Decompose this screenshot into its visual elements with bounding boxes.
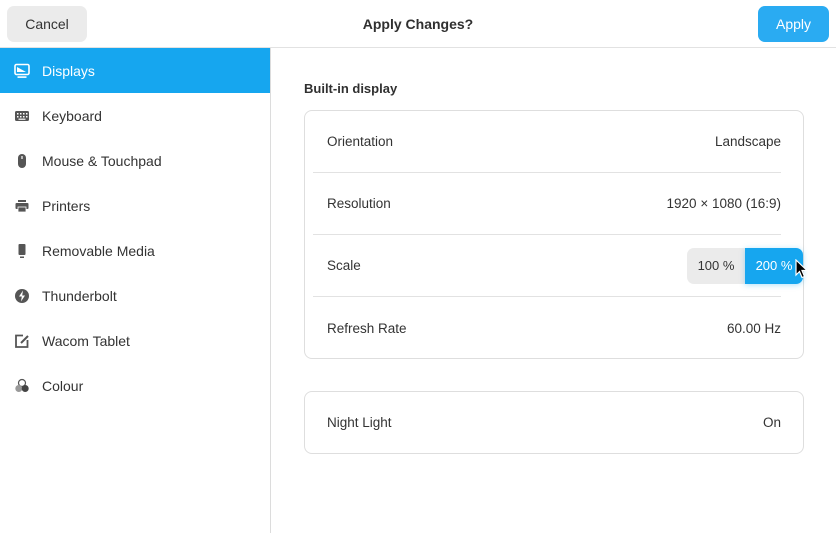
sidebar-item-thunderbolt[interactable]: Thunderbolt [0,273,270,318]
sidebar-item-removable-media[interactable]: Removable Media [0,228,270,273]
sidebar-item-displays[interactable]: Displays [0,48,270,93]
scale-100-button[interactable]: 100 % [687,247,745,284]
sidebar-item-mouse-touchpad[interactable]: Mouse & Touchpad [0,138,270,183]
night-light-row[interactable]: Night Light On [313,392,781,453]
orientation-value: Landscape [714,134,781,149]
sidebar-item-printers[interactable]: Printers [0,183,270,228]
row-label: Night Light [327,415,392,430]
resolution-row[interactable]: Resolution 1920 × 1080 (16:9) [313,173,781,235]
sidebar-item-label: Wacom Tablet [42,332,130,349]
scale-toggle-group: 100 % 200 % [687,247,809,284]
removable-media-icon [13,242,31,260]
sidebar-item-label: Printers [42,197,91,214]
scale-row: Scale 100 % 200 % [313,235,809,297]
mouse-icon [13,152,31,170]
row-label: Orientation [327,134,394,149]
built-in-display-card: Orientation Landscape Resolution 1920 × … [304,110,809,359]
sidebar-item-keyboard[interactable]: Keyboard [0,93,270,138]
sidebar-item-label: Keyboard [42,107,102,124]
night-light-card: Night Light On [304,391,804,454]
apply-button[interactable]: Apply [758,6,829,42]
section-title: Built-in display [304,81,398,96]
tablet-icon [13,332,31,350]
row-label: Scale [327,258,361,273]
dialog-title: Apply Changes? [362,16,474,32]
sidebar-item-label: Thunderbolt [42,287,117,304]
row-label: Refresh Rate [327,320,407,336]
sidebar-item-label: Mouse & Touchpad [42,152,162,169]
sidebar-item-wacom-tablet[interactable]: Wacom Tablet [0,318,270,363]
refresh-rate-row[interactable]: Refresh Rate 60.00 Hz [313,297,781,359]
orientation-row[interactable]: Orientation Landscape [313,111,781,173]
keyboard-icon [13,107,31,125]
colour-icon [13,377,31,395]
night-light-value: On [762,415,781,430]
header-bar: Cancel Apply Changes? Apply [0,0,836,48]
refresh-rate-value: 60.00 Hz [726,320,781,336]
settings-window: Cancel Apply Changes? Apply Displays Key… [0,0,836,533]
thunderbolt-icon [13,287,31,305]
sidebar-item-label: Displays [42,62,95,79]
sidebar-item-label: Colour [42,377,84,394]
main-content: Built-in display Orientation Landscape R… [272,48,836,533]
row-label: Resolution [327,196,391,211]
mouse-cursor-icon [795,258,809,278]
sidebar-item-colour[interactable]: Colour [0,363,270,408]
printer-icon [13,197,31,215]
sidebar: Displays Keyboard Mouse & Touchpad Print… [0,48,271,533]
display-icon [13,62,31,80]
resolution-value: 1920 × 1080 (16:9) [666,196,781,211]
sidebar-item-label: Removable Media [42,242,155,259]
